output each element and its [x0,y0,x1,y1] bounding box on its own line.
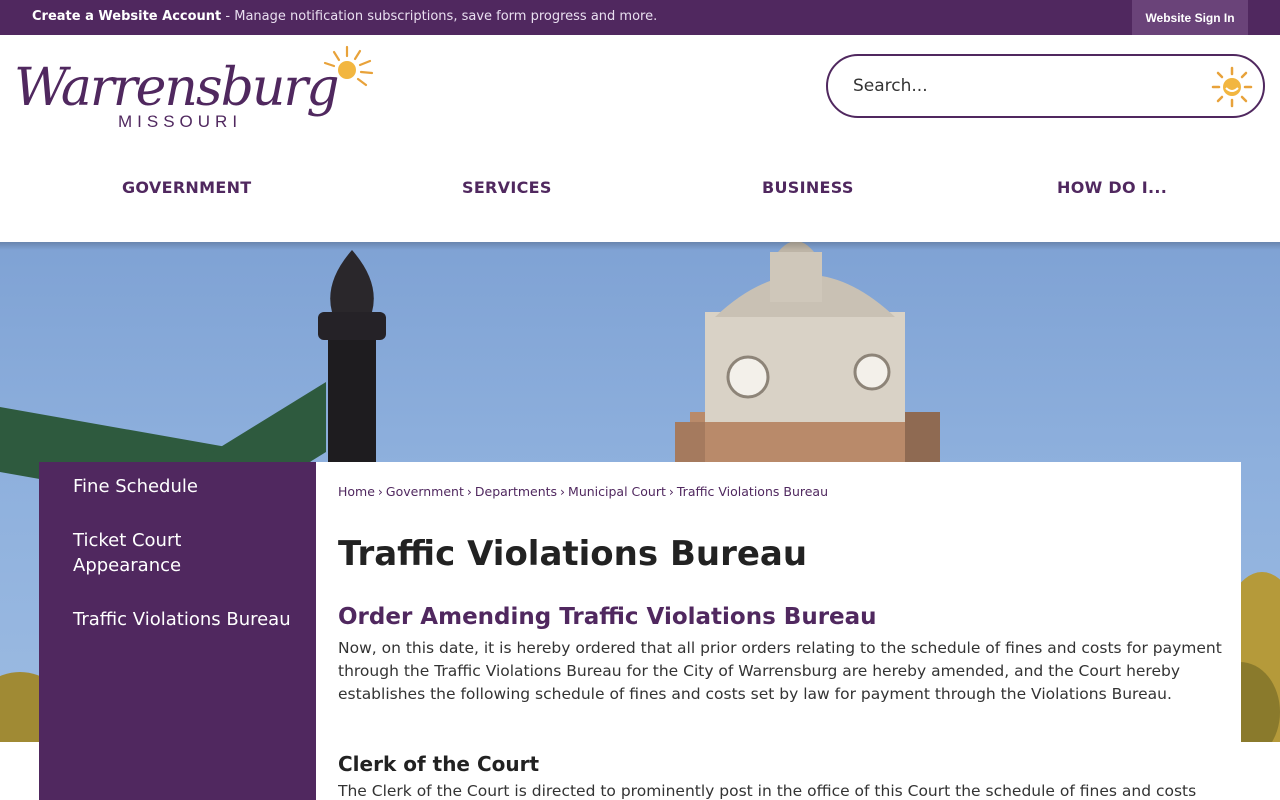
sidebar-item-traffic-violations-bureau[interactable]: Traffic Violations Bureau [73,607,293,632]
breadcrumb-current: Traffic Violations Bureau [676,484,828,499]
subsection-paragraph: The Clerk of the Court is directed to pr… [338,782,1197,800]
main-content: Home › Government › Departments › Municipal Co… [316,462,1241,800]
breadcrumb-government[interactable]: Government [386,484,464,499]
top-account-bar: Create a Website Account - Manage notifi… [0,0,1280,35]
create-account-description: - Manage notification subscriptions, sav… [221,9,658,24]
breadcrumb-separator: › [668,484,674,499]
site-header: Warrensburg MISSOURI GOVERNMENT SERVICES… [0,35,1280,242]
section-heading: Order Amending Traffic Violations Bureau [338,604,877,630]
nav-how-do-i[interactable]: HOW DO I... [1057,178,1167,197]
breadcrumb-home[interactable]: Home [338,484,375,499]
hero-top-shadow [0,242,1280,250]
logo-subtext: MISSOURI [118,112,242,131]
breadcrumb-separator: › [560,484,566,499]
sidebar-item-fine-schedule[interactable]: Fine Schedule [73,474,293,499]
website-sign-in-button[interactable]: Website Sign In [1132,0,1248,35]
breadcrumb-departments[interactable]: Departments [475,484,557,499]
page-title: Traffic Violations Bureau [338,534,808,574]
nav-services[interactable]: SERVICES [462,178,552,197]
main-navigation: GOVERNMENT SERVICES BUSINESS HOW DO I... [0,170,1280,210]
breadcrumb: Home › Government › Departments › Municipal Co… [338,484,828,499]
breadcrumb-municipal-court[interactable]: Municipal Court [568,484,666,499]
section-sidebar: Fine Schedule Ticket Court Appearance Tr… [39,462,316,800]
breadcrumb-separator: › [377,484,383,499]
warrensburg-logo[interactable]: Warrensburg MISSOURI [14,43,384,137]
search-input[interactable] [853,70,1193,102]
create-account-link[interactable]: Create a Website Account - Manage notifi… [32,9,657,24]
sidebar-item-ticket-court-appearance[interactable]: Ticket Court Appearance [73,528,293,578]
section-paragraph: Now, on this date, it is hereby ordered … [338,639,1222,703]
nav-government[interactable]: GOVERNMENT [122,178,251,197]
nav-business[interactable]: BUSINESS [762,178,854,197]
search-box [826,54,1265,118]
logo-wordmark: Warrensburg [14,58,338,118]
create-account-label[interactable]: Create a Website Account [32,9,221,24]
search-sun-icon[interactable] [1211,66,1253,108]
subsection-heading: Clerk of the Court [338,752,540,776]
breadcrumb-separator: › [466,484,472,499]
